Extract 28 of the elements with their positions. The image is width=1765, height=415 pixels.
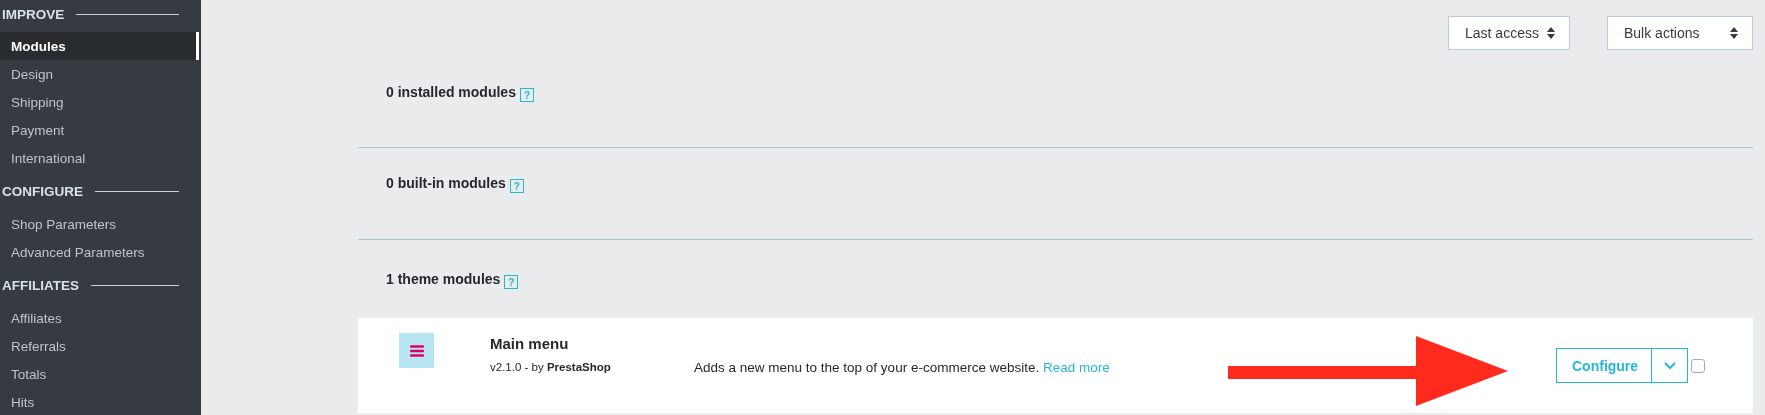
sidebar-item[interactable]: Shop Parameters — [0, 210, 201, 238]
arrow-icon — [1228, 336, 1508, 406]
sidebar-item[interactable]: Totals — [0, 360, 201, 388]
menu-icon — [399, 333, 434, 368]
section-title: 0 installed modules — [386, 84, 516, 100]
module-name: Main menu — [490, 335, 570, 352]
sidebar-item[interactable]: Modules — [0, 32, 199, 60]
sidebar-item[interactable]: Shipping — [0, 88, 201, 116]
section-title: 0 built-in modules — [386, 175, 506, 191]
section-heading: CONFIGURE — [1, 183, 83, 199]
section-title: 1 theme modules — [386, 271, 501, 287]
sidebar-item[interactable]: International — [0, 144, 201, 172]
sidebar-item[interactable]: Affiliates — [0, 304, 201, 332]
sort-caret-icon — [1730, 27, 1738, 39]
sidebar-item[interactable]: Advanced Parameters — [0, 238, 201, 266]
module-version: v2.1.0 - by PrestaShop — [490, 361, 612, 373]
sort-dropdown[interactable]: Last access — [1448, 16, 1570, 50]
sidebar-item[interactable]: Hits — [0, 388, 201, 415]
section-heading: IMPROVE — [1, 6, 65, 22]
sidebar-item[interactable]: Design — [0, 60, 201, 88]
checkbox[interactable] — [1691, 358, 1705, 373]
bulk-actions-dropdown[interactable]: Bulk actions — [1607, 16, 1753, 50]
sort-caret-icon — [1547, 27, 1555, 39]
module-description: Adds a new menu to the top of your e-commerce website. Read more — [694, 360, 1110, 375]
chevron-down-icon — [1663, 361, 1676, 370]
sidebar-item[interactable]: Referrals — [0, 332, 201, 360]
section-heading: AFFILIATES — [1, 277, 79, 293]
sidebar-item[interactable]: Payment — [0, 116, 201, 144]
